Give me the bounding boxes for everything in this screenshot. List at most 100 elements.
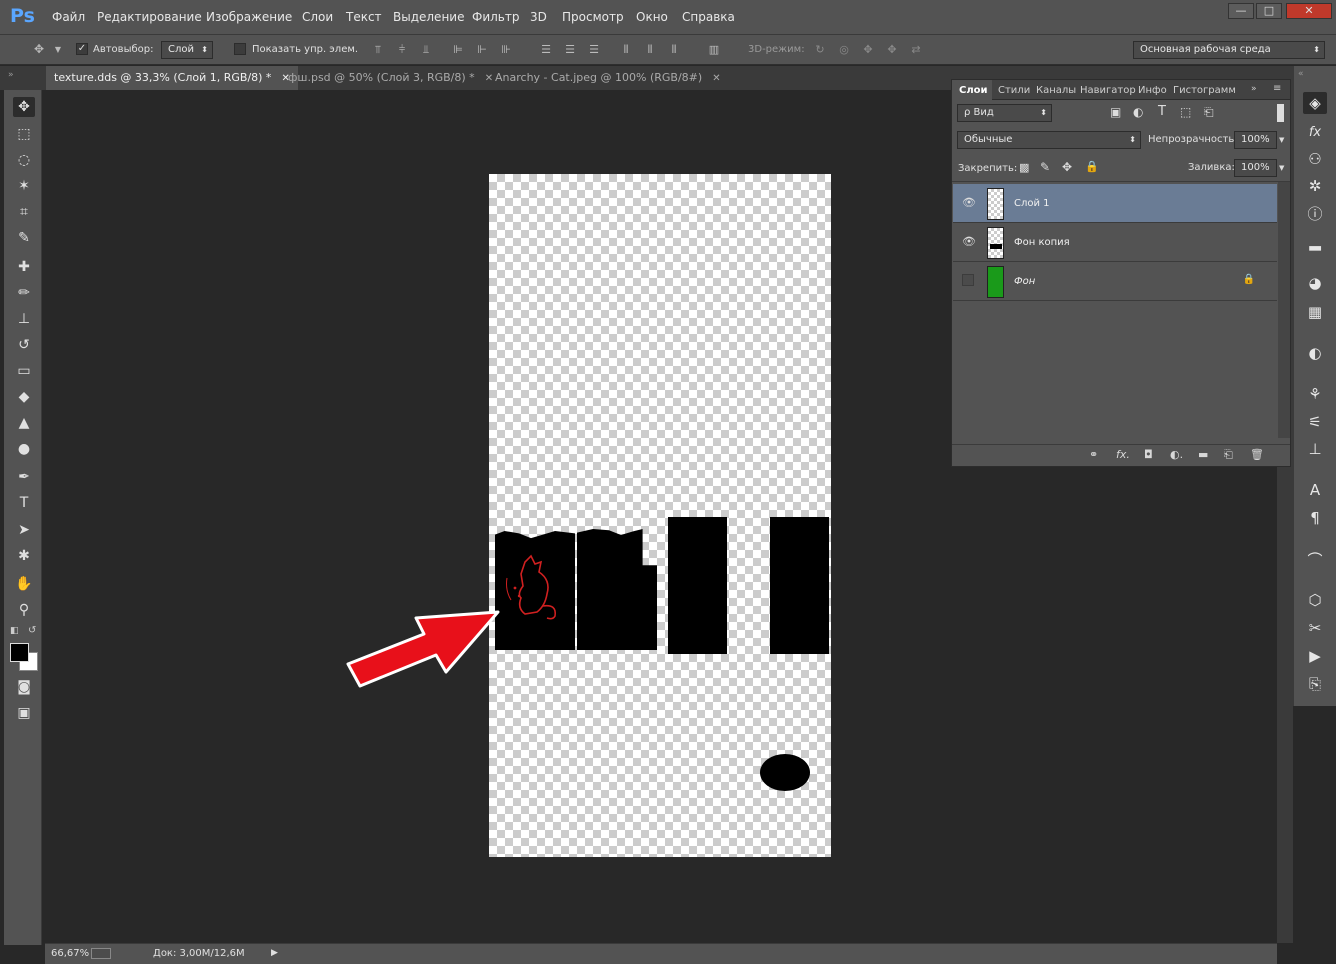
distribute-vcenter-icon[interactable]: ☰ xyxy=(564,43,576,56)
filter-type-icon[interactable]: T xyxy=(1158,104,1166,119)
hand-tool-icon[interactable]: ✋ xyxy=(13,574,35,594)
text-tool-icon[interactable]: T xyxy=(13,493,35,513)
crop-tool-icon[interactable]: ⌗ xyxy=(13,202,35,222)
character-panel-icon[interactable]: A xyxy=(1303,479,1327,501)
document-canvas[interactable] xyxy=(489,174,831,857)
menu-filter[interactable]: Фильтр xyxy=(472,10,519,24)
filter-toggle[interactable] xyxy=(1277,104,1284,122)
align-right-icon[interactable]: ⊪ xyxy=(500,43,512,56)
color-panel-icon[interactable]: ◕ xyxy=(1303,272,1327,294)
3d-pan-icon[interactable]: ✥ xyxy=(862,43,874,56)
zoom-tool-icon[interactable]: ⚲ xyxy=(13,600,35,620)
brush-presets-panel-icon[interactable]: ⚟ xyxy=(1303,411,1327,433)
delete-layer-icon[interactable]: 🗑 xyxy=(1250,448,1264,461)
collapse-toolbox-icon[interactable]: » xyxy=(8,70,14,80)
info-panel-icon[interactable]: ⓘ xyxy=(1303,203,1327,225)
distribute-top-icon[interactable]: ☰ xyxy=(540,43,552,56)
status-menu-arrow-icon[interactable]: ▶ xyxy=(271,948,278,958)
move-tool-preset-icon[interactable]: ✥ xyxy=(28,43,50,56)
adjustments-panel-icon[interactable]: ◐ xyxy=(1303,342,1327,364)
distribute-right-icon[interactable]: ⦀ xyxy=(668,43,680,56)
layer-row-fon-kopiya[interactable]: 👁 Фон копия xyxy=(953,223,1277,262)
tab-fsh-psd[interactable]: фш.psd @ 50% (Слой 3, RGB/8) * ✕ xyxy=(280,66,501,90)
healing-brush-tool-icon[interactable]: ✚ xyxy=(13,257,35,277)
menu-window[interactable]: Окно xyxy=(636,10,668,24)
foreground-color-swatch[interactable] xyxy=(10,643,29,662)
pen-tool-icon[interactable]: ✒ xyxy=(13,467,35,487)
tab-anarchy-cat[interactable]: Anarchy - Cat.jpeg @ 100% (RGB/8#) ✕ xyxy=(487,66,729,90)
align-hcenter-icon[interactable]: ⊩ xyxy=(476,43,488,56)
lock-transparent-icon[interactable]: ▩ xyxy=(1019,161,1029,174)
paths-panel-icon[interactable]: ⌒ xyxy=(1303,549,1327,571)
menu-text[interactable]: Текст xyxy=(346,10,382,24)
autoselect-checkbox[interactable]: ✓ xyxy=(76,43,88,55)
eraser-tool-icon[interactable]: ▭ xyxy=(13,361,35,381)
menu-file[interactable]: Файл xyxy=(52,10,85,24)
styles-panel-icon[interactable]: fx xyxy=(1303,122,1327,144)
clone-source-panel-icon[interactable]: ⊥ xyxy=(1303,438,1327,460)
filter-shape-icon[interactable]: ⬚ xyxy=(1180,105,1191,119)
minimize-button[interactable]: — xyxy=(1228,3,1254,19)
marquee-tool-icon[interactable]: ⬚ xyxy=(13,124,35,144)
menu-view[interactable]: Просмотр xyxy=(562,10,624,24)
tab-navigator[interactable]: Навигатор xyxy=(1080,85,1136,96)
path-selection-tool-icon[interactable]: ➤ xyxy=(13,520,35,540)
zoom-level[interactable]: 66,67% xyxy=(51,948,89,959)
layer-filter-select[interactable]: ρ Вид ⬍ xyxy=(957,104,1052,122)
layers-panel-icon[interactable]: ◈ xyxy=(1303,92,1327,114)
new-adjustment-icon[interactable]: ◐. xyxy=(1170,448,1183,461)
opacity-input[interactable]: 100% xyxy=(1234,131,1277,149)
layer-name[interactable]: Слой 1 xyxy=(1014,198,1050,209)
layer-row-fon[interactable]: Фон 🔒 xyxy=(953,262,1277,301)
distribute-hcenter-icon[interactable]: ⦀ xyxy=(644,43,656,56)
eye-icon[interactable]: 👁 xyxy=(962,196,976,210)
new-layer-icon[interactable]: ⎗ xyxy=(1224,448,1233,462)
restore-button[interactable]: □ xyxy=(1256,3,1282,19)
tab-texture-dds[interactable]: texture.dds @ 33,3% (Слой 1, RGB/8) * ✕ xyxy=(46,66,298,90)
chevron-down-icon[interactable]: ▼ xyxy=(1279,160,1290,176)
fill-input[interactable]: 100% xyxy=(1234,159,1277,177)
swap-colors-icon[interactable]: ↺ xyxy=(28,625,36,636)
history-brush-tool-icon[interactable]: ↺ xyxy=(13,335,35,355)
tab-histogram[interactable]: Гистограмм xyxy=(1173,85,1236,96)
distribute-bottom-icon[interactable]: ☰ xyxy=(588,43,600,56)
add-mask-icon[interactable]: ◘ xyxy=(1144,448,1153,461)
paragraph-panel-icon[interactable]: ¶ xyxy=(1303,507,1327,529)
menu-help[interactable]: Справка xyxy=(682,10,735,24)
menu-image[interactable]: Изображение xyxy=(206,10,292,24)
channels-panel-icon[interactable]: ⚇ xyxy=(1303,148,1327,170)
lock-all-icon[interactable]: 🔒 xyxy=(1085,160,1099,173)
tool-presets-panel-icon[interactable]: ✂ xyxy=(1303,617,1327,639)
filter-adjustment-icon[interactable]: ◐ xyxy=(1133,105,1143,119)
custom-shape-tool-icon[interactable]: ✱ xyxy=(13,546,35,566)
eye-icon[interactable]: 👁 xyxy=(962,235,976,249)
3d-rotate-icon[interactable]: ↻ xyxy=(814,43,826,56)
tab-info[interactable]: Инфо xyxy=(1138,85,1167,96)
paint-bucket-tool-icon[interactable]: ◆ xyxy=(13,387,35,407)
3d-panel-icon[interactable]: ⬡ xyxy=(1303,589,1327,611)
filter-pixel-icon[interactable]: ▣ xyxy=(1110,105,1121,119)
quick-mask-icon[interactable]: ◙ xyxy=(13,677,35,697)
clone-stamp-tool-icon[interactable]: ⊥ xyxy=(13,309,35,329)
navigator-panel-icon[interactable]: ✲ xyxy=(1303,175,1327,197)
align-left-icon[interactable]: ⊫ xyxy=(452,43,464,56)
visibility-toggle-off[interactable] xyxy=(962,274,974,286)
new-group-icon[interactable]: ▬ xyxy=(1198,448,1208,461)
close-icon[interactable]: ✕ xyxy=(712,73,720,84)
menu-layers[interactable]: Слои xyxy=(302,10,333,24)
layer-name[interactable]: Фон копия xyxy=(1014,237,1070,248)
brush-panel-icon[interactable]: ⚘ xyxy=(1303,383,1327,405)
histogram-panel-icon[interactable]: ▂ xyxy=(1303,231,1327,253)
layer-name[interactable]: Фон xyxy=(1014,276,1035,287)
chevron-down-icon[interactable]: ▼ xyxy=(52,43,64,56)
blur-tool-icon[interactable]: ▲ xyxy=(13,413,35,433)
3d-slide-icon[interactable]: ✥ xyxy=(886,43,898,56)
lock-pixels-icon[interactable]: ✎ xyxy=(1040,160,1050,174)
autoselect-select[interactable]: Слой ⬍ xyxy=(161,41,213,59)
dodge-tool-icon[interactable]: ● xyxy=(13,439,35,459)
panel-menu-icon[interactable]: ≡ xyxy=(1273,83,1281,94)
layer-row-sloy-1[interactable]: 👁 Слой 1 xyxy=(953,184,1277,223)
align-vcenter-icon[interactable]: ⫩ xyxy=(396,43,408,56)
chevron-down-icon[interactable]: ▼ xyxy=(1279,132,1290,148)
filter-smart-object-icon[interactable]: ⎗ xyxy=(1204,105,1214,120)
